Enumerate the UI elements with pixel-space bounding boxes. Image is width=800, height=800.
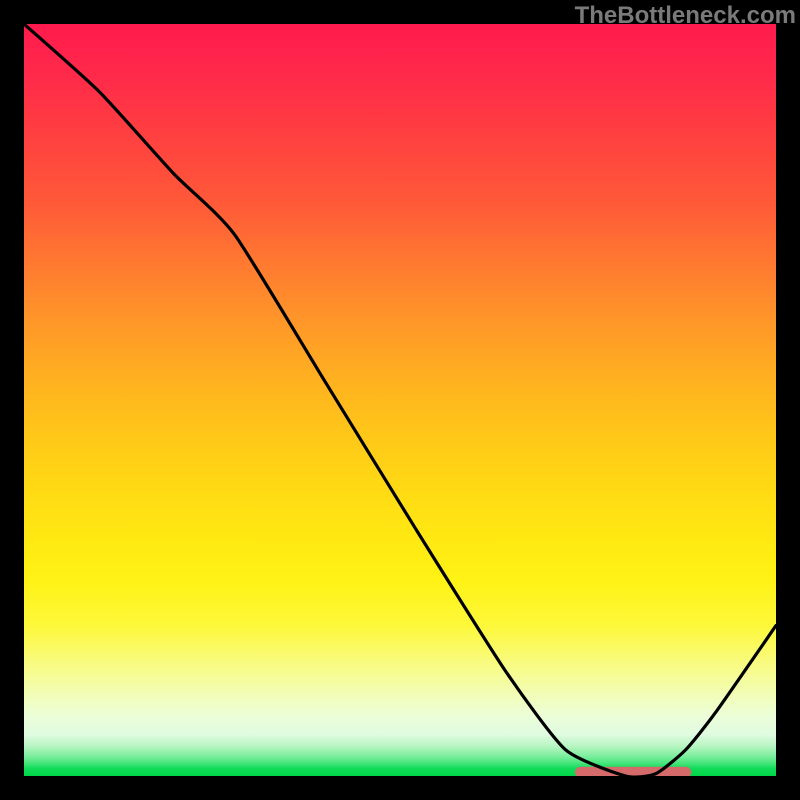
gradient-background [24,24,776,776]
chart-container: TheBottleneck.com [0,0,800,800]
watermark-text: TheBottleneck.com [575,2,796,30]
plot-area [24,24,776,776]
